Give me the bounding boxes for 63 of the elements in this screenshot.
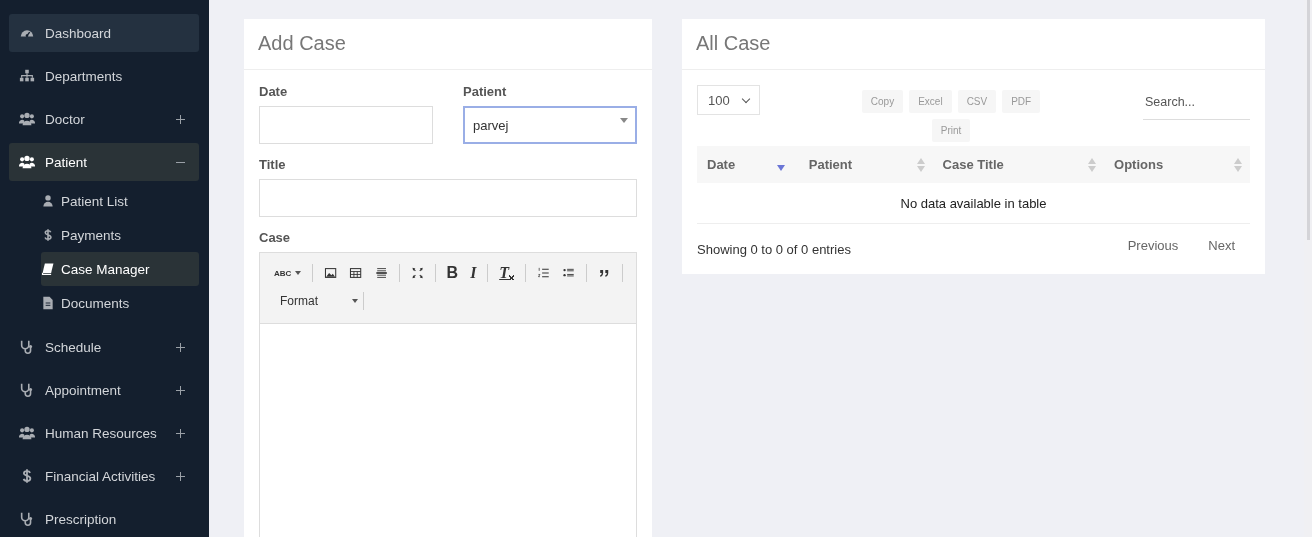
title-field[interactable]	[259, 179, 637, 217]
card-title: Add Case	[244, 19, 652, 70]
users-icon	[19, 154, 35, 170]
file-icon	[41, 296, 55, 310]
nav-subitem[interactable]: Patient List	[41, 184, 199, 218]
pagination-button[interactable]: Previous	[1127, 237, 1179, 253]
nav-item[interactable]: Prescription	[9, 500, 199, 537]
nav-item[interactable]: Schedule	[9, 328, 199, 366]
nav-label: Dashboard	[45, 25, 112, 41]
maximize-icon[interactable]	[410, 265, 424, 281]
card-title: All Case	[682, 19, 1265, 70]
nav-item[interactable]: Patient	[9, 143, 199, 181]
column-header[interactable]: Date	[697, 146, 799, 183]
format-dropdown[interactable]: Format	[268, 294, 358, 308]
column-header[interactable]: Options	[1104, 146, 1250, 183]
table-info: Showing 0 to 0 of 0 entries	[697, 241, 851, 257]
nav-label: Payments	[61, 227, 122, 243]
nav-item[interactable]: Doctor	[9, 100, 199, 138]
empty-table-message: No data available in table	[697, 183, 1250, 224]
nav-label: Prescription	[45, 511, 117, 527]
italic-button[interactable]: I	[470, 264, 477, 282]
field-label: Case	[259, 230, 292, 245]
column-header[interactable]: Case Title	[932, 146, 1104, 183]
nav-label: Doctor	[45, 111, 85, 127]
column-header[interactable]: Patient	[798, 146, 933, 183]
nav-item[interactable]: Departments	[9, 57, 199, 95]
horizontal-line-icon[interactable]	[374, 265, 388, 281]
nav-subitem[interactable]: Case Manager	[41, 252, 199, 286]
field-label: Patient	[463, 84, 508, 99]
nav-label: Schedule	[45, 339, 102, 355]
bold-button[interactable]: B	[446, 264, 459, 282]
nav-item[interactable]: Dashboard	[9, 14, 199, 52]
book-icon	[41, 262, 55, 276]
stethoscope-icon	[19, 339, 35, 355]
nav-subitem[interactable]: Documents	[41, 286, 199, 320]
nav-label: Patient List	[61, 193, 128, 209]
field-label: Date	[259, 84, 289, 99]
users-icon	[19, 111, 35, 127]
stethoscope-icon	[19, 382, 35, 398]
user-icon	[41, 194, 55, 208]
pagination-button[interactable]: Next	[1208, 237, 1235, 253]
sitemap-icon	[19, 68, 35, 84]
nav-item[interactable]: Financial Activities	[9, 457, 199, 495]
field-label: Title	[259, 157, 287, 172]
date-field[interactable]	[259, 106, 433, 144]
page-length-select[interactable]: 100	[697, 85, 760, 115]
image-icon[interactable]	[324, 265, 338, 281]
nav-subitem[interactable]: Payments	[41, 218, 199, 252]
stethoscope-icon	[19, 511, 35, 527]
nav-item[interactable]: Human Resources	[9, 414, 199, 452]
nav-item[interactable]: Appointment	[9, 371, 199, 409]
nav-label: Departments	[45, 68, 123, 84]
users-icon	[19, 425, 35, 441]
spellcheck-button[interactable]: ABC	[274, 268, 302, 278]
nav-label: Human Resources	[45, 425, 157, 441]
clear-format-button[interactable]: T	[499, 264, 514, 282]
nav-label: Patient	[45, 154, 88, 170]
patient-select[interactable]: parvej	[463, 106, 637, 144]
nav-label: Financial Activities	[45, 468, 156, 484]
table-icon[interactable]	[349, 265, 363, 281]
nav-label: Appointment	[45, 382, 121, 398]
nav-label: Case Manager	[61, 261, 150, 277]
nav-label: Documents	[61, 295, 130, 311]
